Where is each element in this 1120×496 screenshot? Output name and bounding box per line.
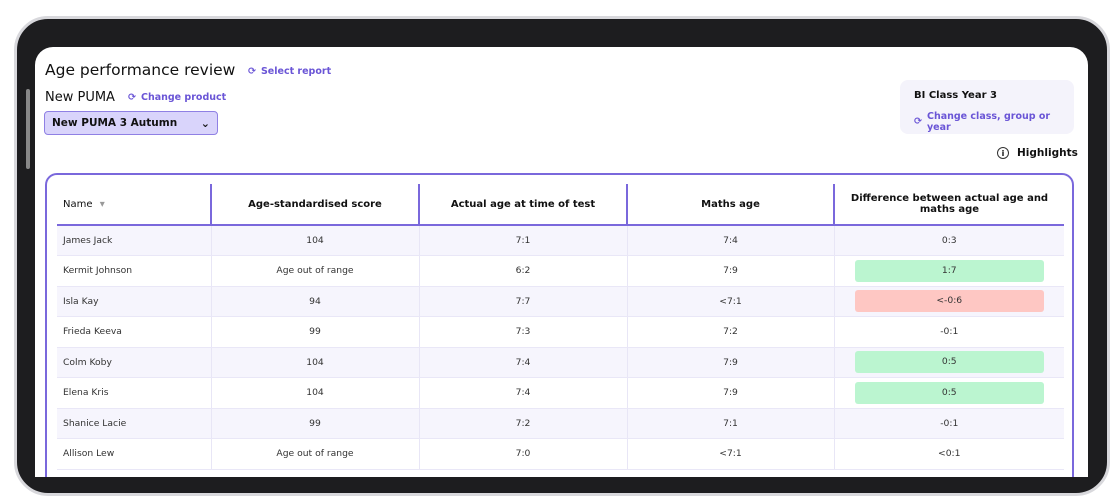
table-row: Colm Koby 104 7:4 7:9 0:5 (57, 347, 1064, 378)
change-product-link[interactable]: ⟳ Change product (128, 92, 226, 103)
cell-name: Allison Lew (57, 438, 211, 470)
table-row: Shanice Lacie 99 7:2 7:1 -0:1 (57, 408, 1064, 439)
assessment-dropdown[interactable]: New PUMA 3 Autumn ⌄ (44, 111, 218, 135)
cell-diff: <-0:6 (833, 286, 1064, 317)
product-name: New PUMA (45, 90, 115, 105)
cell-name: Shanice Lacie (57, 408, 211, 439)
refresh-icon: ⟳ (914, 116, 922, 127)
cell-score: 104 (210, 377, 419, 409)
chevron-down-icon: ⌄ (200, 116, 210, 130)
cell-maths: 7:4 (626, 225, 834, 256)
column-header: Difference between actual age and maths … (833, 184, 1064, 226)
refresh-icon: ⟳ (248, 66, 256, 77)
column-header: Maths age (626, 184, 834, 226)
cell-diff: 1:7 (833, 255, 1064, 287)
cell-score: 104 (210, 225, 419, 256)
page-title: Age performance review (45, 61, 236, 79)
cell-score: 104 (210, 347, 419, 378)
cell-actual: 7:1 (418, 225, 627, 256)
cell-maths: 7:2 (626, 316, 834, 348)
cell-diff: -0:1 (833, 408, 1064, 439)
cell-maths: 7:9 (626, 347, 834, 378)
cell-actual: 7:3 (418, 316, 627, 348)
select-report-link[interactable]: ⟳ Select report (248, 66, 331, 77)
cell-score: Age out of range (210, 255, 419, 287)
cell-name: James Jack (57, 225, 211, 256)
screen: Age performance review ⟳ Select report Ne… (35, 47, 1088, 477)
cell-actual: 7:2 (418, 408, 627, 439)
cell-name: Elena Kris (57, 377, 211, 409)
table-row: Elena Kris 104 7:4 7:9 0:5 (57, 377, 1064, 409)
cell-actual: 6:2 (418, 255, 627, 287)
cell-diff: -0:1 (833, 316, 1064, 348)
difference-badge: 1:7 (854, 259, 1044, 282)
cell-name: Isla Kay (57, 286, 211, 317)
sort-icon[interactable]: ▾ (97, 199, 105, 210)
cell-actual: 7:4 (418, 347, 627, 378)
table-row: James Jack 104 7:1 7:4 0:3 (57, 225, 1064, 256)
cell-score: Age out of range (210, 438, 419, 470)
table-row: Frieda Keeva 99 7:3 7:2 -0:1 (57, 316, 1064, 348)
difference-badge: 0:5 (854, 351, 1044, 374)
info-icon: i (997, 147, 1009, 159)
refresh-icon: ⟳ (128, 92, 136, 103)
results-table: Name ▾ Age-standardised score Actual age a… (57, 184, 1064, 470)
cell-name: Frieda Keeva (57, 316, 211, 348)
cell-score: 99 (210, 316, 419, 348)
side-button (26, 89, 30, 169)
cell-actual: 7:4 (418, 377, 627, 409)
cell-diff: <0:1 (833, 438, 1064, 470)
column-header: Actual age at time of test (418, 184, 627, 226)
cell-score: 94 (210, 286, 419, 317)
cell-maths: 7:9 (626, 377, 834, 409)
cell-diff: 0:5 (833, 347, 1064, 378)
table-row: Kermit Johnson Age out of range 6:2 7:9 1:7 (57, 255, 1064, 287)
table-row: Isla Kay 94 7:7 <7:1 <-0:6 (57, 286, 1064, 317)
cell-actual: 7:7 (418, 286, 627, 317)
change-class-link[interactable]: ⟳ Change class, group or year (914, 111, 1060, 133)
results-table-container: Name ▾ Age-standardised score Actual age a… (45, 173, 1074, 477)
column-header[interactable]: Name ▾ (57, 184, 211, 226)
class-selector: BI Class Year 3 ⟳ Change class, group or … (900, 80, 1074, 134)
cell-name: Kermit Johnson (57, 255, 211, 287)
class-name: BI Class Year 3 (914, 90, 997, 101)
cell-maths: <7:1 (626, 286, 834, 317)
cell-name: Colm Koby (57, 347, 211, 378)
difference-badge: <-0:6 (854, 290, 1044, 313)
cell-diff: 0:3 (833, 225, 1064, 256)
highlights-toggle[interactable]: i Highlights (997, 147, 1078, 159)
difference-badge: 0:5 (854, 381, 1044, 404)
cell-maths: 7:9 (626, 255, 834, 287)
column-header: Age-standardised score (210, 184, 419, 226)
cell-actual: 7:0 (418, 438, 627, 470)
cell-maths: 7:1 (626, 408, 834, 439)
cell-maths: <7:1 (626, 438, 834, 470)
cell-diff: 0:5 (833, 377, 1064, 409)
table-row: Allison Lew Age out of range 7:0 <7:1 <0:1 (57, 438, 1064, 470)
cell-score: 99 (210, 408, 419, 439)
